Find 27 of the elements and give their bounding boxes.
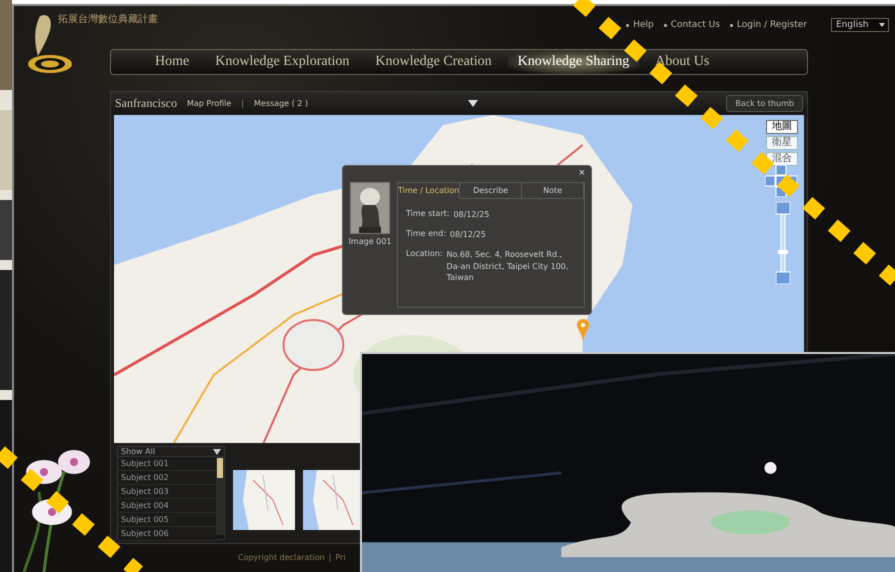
footer-link[interactable]: Copyright declaration — [238, 553, 325, 562]
list-item[interactable]: Subject 002 — [118, 471, 216, 485]
logo-title: 拓展台灣數位典藏計畫 — [58, 12, 158, 26]
nav-tab[interactable]: Knowledge Creation — [365, 50, 502, 74]
header-link[interactable]: Contact Us — [664, 20, 720, 30]
language-select[interactable]: English — [831, 18, 889, 32]
header-link[interactable]: Help — [626, 20, 654, 30]
list-item[interactable]: Subject 003 — [118, 485, 216, 499]
list-item[interactable]: Subject 004 — [118, 499, 216, 513]
dropdown-triangle-icon — [213, 448, 221, 454]
toolbar-link[interactable]: Map Profile — [186, 98, 232, 108]
list-item[interactable]: Subject 006 — [118, 527, 216, 541]
footer-link[interactable]: Pri — [335, 553, 346, 562]
nav-tab[interactable]: Knowledge Sharing — [508, 50, 640, 74]
header-link[interactable]: Login / Register — [730, 20, 807, 30]
list-item[interactable]: Subject 001 — [118, 457, 216, 471]
nav-tab[interactable]: Knowledge Exploration — [205, 50, 360, 74]
nav-tab[interactable]: Home — [145, 50, 200, 74]
back-to-thumb-button[interactable]: Back to thumb — [726, 94, 803, 112]
map-title: Sanfrancisco — [115, 96, 177, 110]
toolbar-link[interactable]: Message ( 2 ) — [254, 98, 308, 108]
separator: | — [328, 553, 332, 562]
separator: | — [241, 98, 244, 108]
show-all-dropdown[interactable]: Show All — [118, 447, 224, 457]
nav-tab[interactable]: About Us — [645, 50, 720, 74]
dropdown-triangle-icon — [468, 100, 478, 106]
list-item[interactable]: Subject 005 — [118, 513, 216, 527]
